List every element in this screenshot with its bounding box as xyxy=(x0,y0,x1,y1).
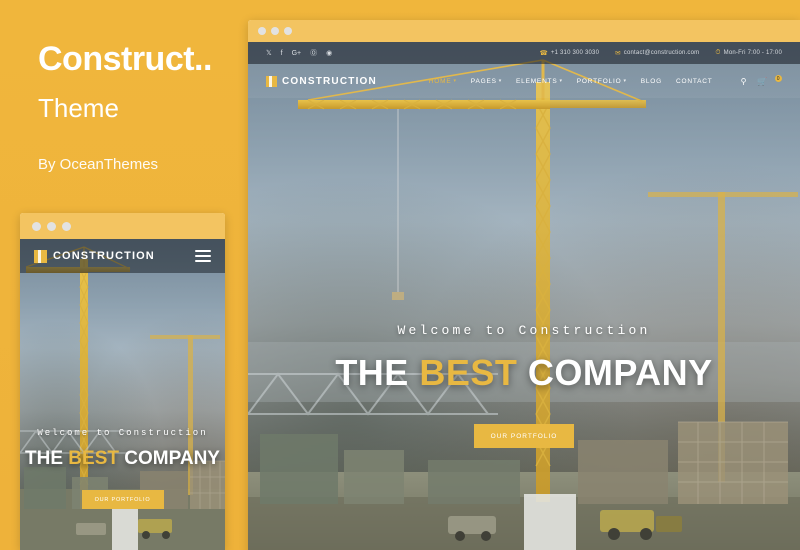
topbar-contact-info: ☎ +1 310 300 3030 ✉ contact@construction… xyxy=(540,49,782,57)
desktop-preview-window: 𝕏 f G+ Ⓞ ◉ ☎ +1 310 300 3030 ✉ contact@c… xyxy=(248,20,800,550)
main-menu: HOME ▾ PAGES ▾ ELEMENTS ▾ PORTFOLIO ▾ BL… xyxy=(429,75,782,86)
desktop-preview-viewport: 𝕏 f G+ Ⓞ ◉ ☎ +1 310 300 3030 ✉ contact@c… xyxy=(248,42,800,550)
hamburger-icon[interactable] xyxy=(195,250,211,262)
hamburger-line xyxy=(195,260,211,262)
mobile-hero-kicker: Welcome to Construction xyxy=(37,428,208,438)
nav-item-contact[interactable]: CONTACT xyxy=(676,78,713,85)
window-dot-maximize[interactable] xyxy=(62,221,71,231)
office-hours: Mon-Fri 7:00 - 17:00 xyxy=(723,50,782,56)
mobile-site-logo[interactable]: CONSTRUCTION xyxy=(34,249,155,263)
theme-author: By OceanThemes xyxy=(38,156,159,174)
desktop-window-titlebar xyxy=(248,20,800,42)
hero-section: Welcome to Construction THE BEST COMPANY… xyxy=(248,323,800,448)
mobile-hero-title-accent: BEST xyxy=(68,448,119,469)
chevron-down-icon: ▾ xyxy=(498,78,503,84)
hamburger-line xyxy=(195,255,211,257)
nav-label: CONTACT xyxy=(676,77,713,85)
mobile-preview-window: CONSTRUCTION Welcome to Construction THE… xyxy=(20,213,225,550)
mobile-hero-title-part2: COMPANY xyxy=(118,448,220,469)
window-dot-minimize[interactable] xyxy=(47,221,56,231)
mobile-navbar: CONSTRUCTION xyxy=(20,239,225,273)
hours-info: ⏱ Mon-Fri 7:00 - 17:00 xyxy=(715,49,782,57)
site-logo[interactable]: CONSTRUCTION xyxy=(266,75,377,87)
nav-label: PAGES xyxy=(470,77,497,85)
hamburger-line xyxy=(195,250,211,252)
social-links[interactable]: 𝕏 f G+ Ⓞ ◉ xyxy=(266,50,332,57)
window-dot-maximize[interactable] xyxy=(284,27,292,35)
nav-label: BLOG xyxy=(640,77,663,85)
mobile-hero-title-part1: THE xyxy=(25,448,69,469)
logo-mark-icon xyxy=(266,75,277,87)
mobile-hero-section: Welcome to Construction THE BEST COMPANY… xyxy=(20,428,225,509)
site-topbar: 𝕏 f G+ Ⓞ ◉ ☎ +1 310 300 3030 ✉ contact@c… xyxy=(248,42,800,64)
mobile-our-portfolio-button[interactable]: OUR PORTFOLIO xyxy=(81,490,164,509)
navbar-actions: ⚲ 🛒 0 xyxy=(741,75,782,86)
twitter-icon[interactable]: 𝕏 xyxy=(266,50,272,57)
email-info: ✉ contact@construction.com xyxy=(615,49,699,57)
email-address: contact@construction.com xyxy=(623,50,700,56)
phone-number: +1 310 300 3030 xyxy=(550,50,600,56)
nav-label: PORTFOLIO xyxy=(576,77,622,85)
nav-label: HOME xyxy=(428,77,452,85)
site-navbar: CONSTRUCTION HOME ▾ PAGES ▾ ELEMENTS ▾ P… xyxy=(248,64,800,98)
cart-icon[interactable]: 🛒 xyxy=(757,77,768,86)
nav-item-portfolio[interactable]: PORTFOLIO ▾ xyxy=(577,78,627,85)
brand-name: CONSTRUCTION xyxy=(282,75,377,87)
google-plus-icon[interactable]: G+ xyxy=(292,50,302,57)
envelope-icon: ✉ xyxy=(615,50,621,57)
page-title: Construct.. xyxy=(38,40,212,78)
hero-kicker: Welcome to Construction xyxy=(397,323,651,338)
phone-icon: ☎ xyxy=(539,50,548,57)
mobile-preview-viewport: CONSTRUCTION Welcome to Construction THE… xyxy=(20,239,225,550)
search-icon[interactable]: ⚲ xyxy=(741,77,748,86)
chevron-down-icon: ▾ xyxy=(623,78,627,84)
nav-item-pages[interactable]: PAGES ▾ xyxy=(471,78,502,85)
chevron-down-icon: ▾ xyxy=(559,78,563,84)
nav-item-home[interactable]: HOME ▾ xyxy=(429,78,457,85)
brand-name: CONSTRUCTION xyxy=(53,250,155,262)
chevron-down-icon: ▾ xyxy=(453,78,457,84)
mobile-window-titlebar xyxy=(20,213,225,239)
phone-info: ☎ +1 310 300 3030 xyxy=(540,49,600,57)
our-portfolio-button[interactable]: OUR PORTFOLIO xyxy=(474,424,574,448)
hero-title-part1: THE xyxy=(335,352,420,393)
cart-count-badge: 0 xyxy=(775,75,782,82)
facebook-icon[interactable]: f xyxy=(281,50,283,57)
nav-item-blog[interactable]: BLOG xyxy=(641,78,662,85)
page-subtitle: Theme xyxy=(38,93,119,124)
logo-mark-icon xyxy=(34,249,47,263)
dribbble-icon[interactable]: ◉ xyxy=(326,50,332,57)
theme-info-column: Construct.. Theme By OceanThemes xyxy=(38,40,238,173)
window-dot-minimize[interactable] xyxy=(271,27,279,35)
window-dot-close[interactable] xyxy=(32,221,41,231)
construction-site-illustration xyxy=(248,59,800,550)
window-dot-close[interactable] xyxy=(258,27,266,35)
hero-title: THE BEST COMPANY xyxy=(248,352,800,394)
nav-label: ELEMENTS xyxy=(516,77,558,85)
nav-item-elements[interactable]: ELEMENTS ▾ xyxy=(516,78,563,85)
hero-title-part2: COMPANY xyxy=(517,352,713,393)
mobile-hero-title: THE BEST COMPANY xyxy=(20,448,225,470)
clock-icon: ⏱ xyxy=(715,49,721,56)
pinterest-icon[interactable]: Ⓞ xyxy=(310,50,317,57)
hero-title-accent: BEST xyxy=(419,352,518,393)
